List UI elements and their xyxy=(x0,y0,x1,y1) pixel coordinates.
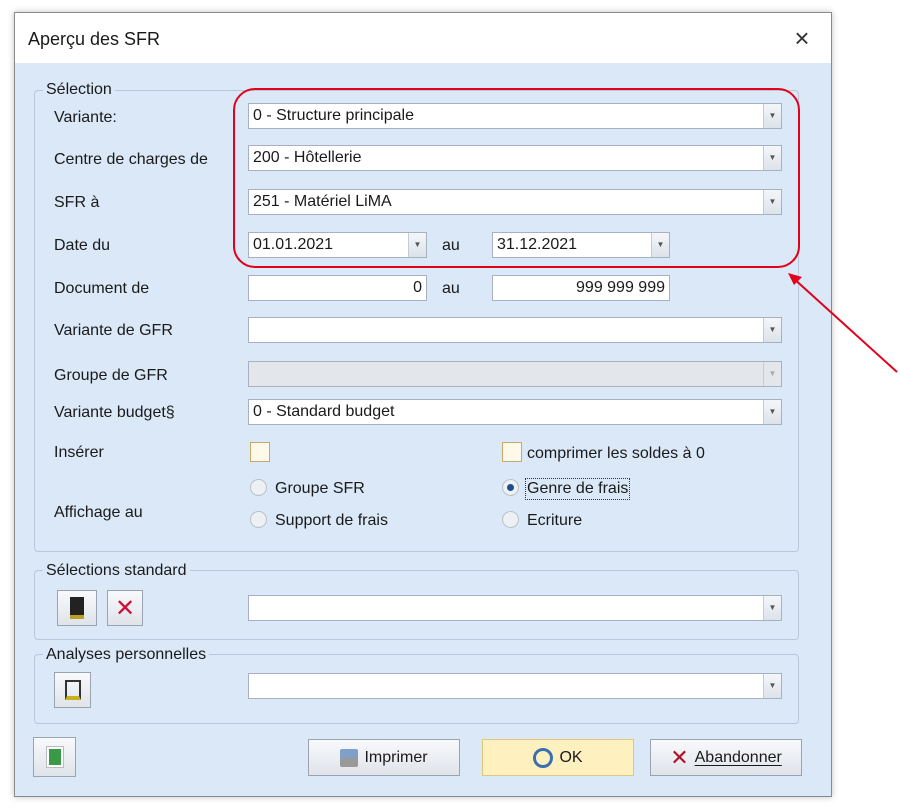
report-chart-icon xyxy=(64,680,81,700)
chevron-down-icon[interactable]: ▼ xyxy=(763,400,781,424)
window-title: Aperçu des SFR xyxy=(28,29,161,49)
print-button[interactable]: Imprimer xyxy=(308,739,460,776)
radio-genre-de-frais-label: Genre de frais xyxy=(525,478,631,500)
centre-label: Centre de charges de xyxy=(54,151,208,168)
variante-budget-label: Variante budget§ xyxy=(54,404,175,421)
variante-budget-combo[interactable]: 0 - Standard budget ▼ xyxy=(248,399,782,425)
arrow-annotation-icon xyxy=(788,273,898,373)
analyses-combo[interactable]: ▼ xyxy=(248,673,782,699)
radio-support-de-frais-label: Support de frais xyxy=(275,512,388,529)
radio-groupe-sfr-label: Groupe SFR xyxy=(275,480,365,497)
affichage-label: Affichage au xyxy=(54,504,143,521)
print-label: Imprimer xyxy=(364,748,428,766)
title-bar: Aperçu des SFR × xyxy=(15,13,831,63)
cancel-label: Abandonner xyxy=(694,748,782,766)
chevron-down-icon[interactable]: ▼ xyxy=(763,596,781,620)
magnifier-icon xyxy=(533,747,554,768)
groupe-gfr-label: Groupe de GFR xyxy=(54,367,168,384)
standard-combo[interactable]: ▼ xyxy=(248,595,782,621)
chevron-down-icon: ▼ xyxy=(763,362,781,386)
floppy-disk-icon xyxy=(70,597,84,619)
radio-genre-de-frais[interactable] xyxy=(502,479,519,496)
selection-legend: Sélection xyxy=(43,81,115,99)
cancel-button[interactable]: ✕ Abandonner xyxy=(650,739,802,776)
highlight-annotation xyxy=(233,88,800,268)
sfr-label: SFR à xyxy=(54,194,100,211)
close-icon[interactable]: × xyxy=(787,23,817,53)
date-label: Date du xyxy=(54,237,111,254)
standard-legend: Sélections standard xyxy=(43,562,190,580)
comprimer-checkbox[interactable] xyxy=(502,442,522,462)
delete-selection-button[interactable]: ✕ xyxy=(107,590,143,626)
radio-ecriture[interactable] xyxy=(502,511,519,528)
document-label: Document de xyxy=(54,280,150,297)
radio-support-de-frais[interactable] xyxy=(250,511,267,528)
document-to-field[interactable]: 999 999 999 xyxy=(492,275,670,301)
groupe-gfr-combo: ▼ xyxy=(248,361,782,387)
analyses-legend: Analyses personnelles xyxy=(43,646,210,664)
save-selection-button[interactable] xyxy=(57,590,97,626)
variante-label: Variante: xyxy=(54,109,117,126)
excel-export-button[interactable] xyxy=(33,737,76,777)
inserer-label: Insérer xyxy=(54,444,104,461)
variante-gfr-label: Variante de GFR xyxy=(54,322,173,339)
ok-label: OK xyxy=(559,748,583,766)
analysis-button[interactable] xyxy=(54,672,91,708)
document-to-value: 999 999 999 xyxy=(576,279,665,296)
printer-icon xyxy=(340,748,359,767)
chevron-down-icon[interactable]: ▼ xyxy=(763,674,781,698)
delete-x-icon: ✕ xyxy=(114,594,136,622)
cancel-x-icon: ✕ xyxy=(670,744,689,770)
variante-budget-value: 0 - Standard budget xyxy=(253,403,395,420)
radio-ecriture-label: Ecriture xyxy=(527,512,583,529)
inserer-checkbox[interactable] xyxy=(250,442,270,462)
comprimer-label: comprimer les soldes à 0 xyxy=(527,445,705,462)
variante-gfr-combo[interactable]: ▼ xyxy=(248,317,782,343)
document-from-value: 0 xyxy=(413,279,422,296)
document-au-label: au xyxy=(442,280,460,297)
chevron-down-icon[interactable]: ▼ xyxy=(763,318,781,342)
document-from-field[interactable]: 0 xyxy=(248,275,427,301)
ok-button[interactable]: OK xyxy=(482,739,634,776)
radio-groupe-sfr[interactable] xyxy=(250,479,267,496)
excel-icon xyxy=(45,746,64,768)
